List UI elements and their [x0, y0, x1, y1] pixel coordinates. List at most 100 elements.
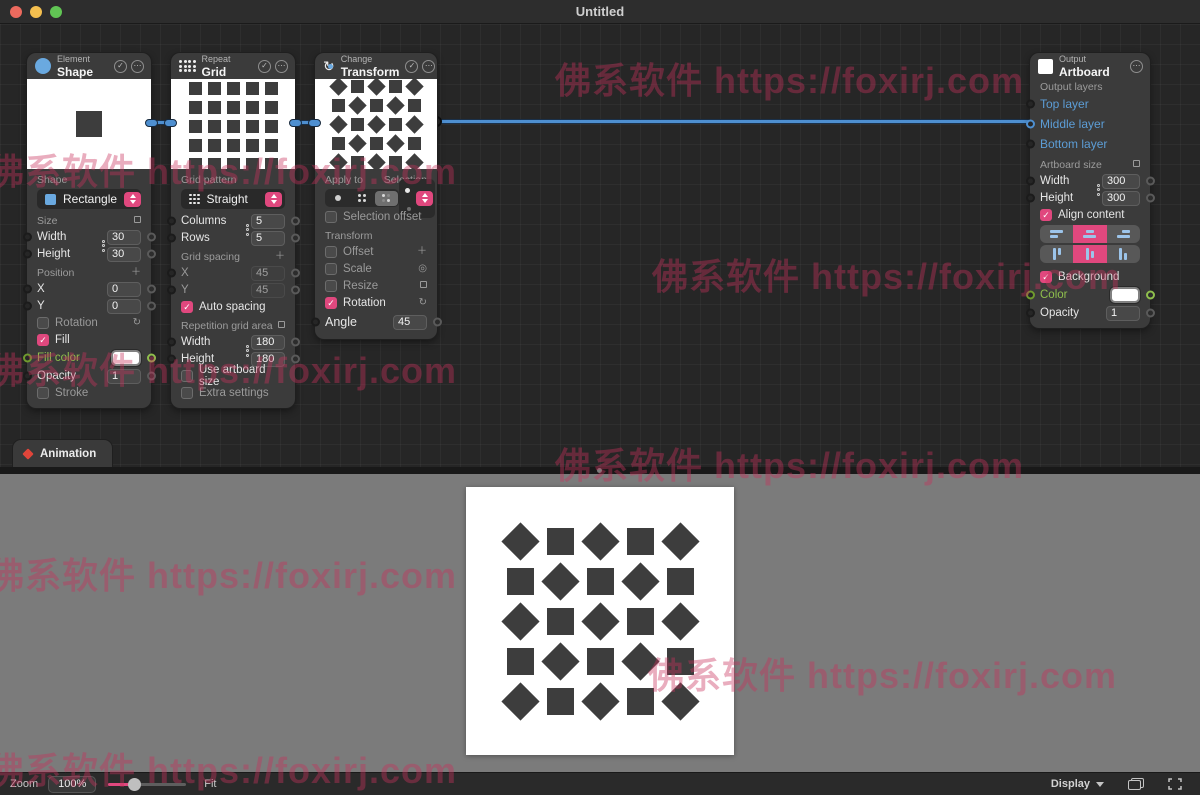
- width-input[interactable]: 30: [107, 230, 141, 245]
- artboard-canvas[interactable]: [466, 487, 734, 755]
- opacity-input-port[interactable]: [23, 372, 32, 381]
- horizontal-align-control[interactable]: [1040, 225, 1140, 243]
- columns-input-port[interactable]: [167, 217, 176, 226]
- vertical-align-control[interactable]: [1040, 245, 1140, 263]
- fill-color-output-port[interactable]: [147, 354, 156, 363]
- fill-color-input-port[interactable]: [23, 354, 32, 363]
- width-input-port[interactable]: [23, 233, 32, 242]
- grid-main-input-port[interactable]: [164, 119, 177, 127]
- rotation-checkbox[interactable]: [325, 297, 337, 309]
- node-transform[interactable]: ↻ Change Transform ✓ ⋯ Apply to Selectio…: [315, 53, 437, 339]
- node-shape-header[interactable]: Element Shape ✓ ⋯: [27, 53, 151, 79]
- node-artboard[interactable]: Output Artboard ⋯ Output layers Top laye…: [1030, 53, 1150, 328]
- y-output-port[interactable]: [147, 302, 156, 311]
- artboard-opacity-output-port[interactable]: [1146, 309, 1155, 318]
- node-options-ellipsis-button[interactable]: ⋯: [131, 60, 144, 73]
- node-grid-header[interactable]: Repeat Grid ✓ ⋯: [171, 53, 295, 79]
- color-output-port[interactable]: [1146, 291, 1155, 300]
- middle-layer-input-port[interactable]: [1026, 120, 1035, 129]
- area-height-input-port[interactable]: [167, 355, 176, 364]
- artboard-opacity-input[interactable]: 1: [1106, 306, 1140, 321]
- columns-output-port[interactable]: [291, 217, 300, 226]
- artboard-height-input[interactable]: 300: [1102, 191, 1140, 206]
- apply-all-segment[interactable]: [327, 191, 350, 206]
- x-input-port[interactable]: [23, 285, 32, 294]
- artboard-size-options-icon[interactable]: [1133, 160, 1140, 170]
- node-options-ellipsis-button[interactable]: ⋯: [422, 60, 435, 73]
- apply-to-segmented-control[interactable]: [325, 189, 399, 207]
- wire-transform-to-artboard[interactable]: [436, 119, 1034, 124]
- dropdown-chevron-icon[interactable]: [124, 192, 141, 207]
- link-width-height-icon[interactable]: [102, 240, 105, 252]
- area-options-icon[interactable]: [278, 321, 285, 331]
- rows-input[interactable]: 5: [251, 231, 285, 246]
- align-content-checkbox[interactable]: [1040, 209, 1052, 221]
- background-color-well[interactable]: [1110, 287, 1140, 303]
- rows-output-port[interactable]: [291, 234, 300, 243]
- selection-offset-checkbox[interactable]: [325, 211, 337, 223]
- zoom-value-field[interactable]: 100%: [48, 776, 96, 793]
- align-middle-button[interactable]: [1073, 245, 1106, 263]
- node-shape[interactable]: Element Shape ✓ ⋯ Shape Rectangle Size: [27, 53, 151, 408]
- apply-selection-segment[interactable]: [375, 191, 398, 206]
- x-output-port[interactable]: [147, 285, 156, 294]
- shape-main-output-port[interactable]: [145, 119, 158, 127]
- artboard-opacity-input-port[interactable]: [1026, 309, 1035, 318]
- shape-type-dropdown[interactable]: Rectangle: [37, 189, 141, 209]
- rotation-checkbox[interactable]: [37, 317, 49, 329]
- bottom-layer-input-port[interactable]: [1026, 140, 1035, 149]
- spacing-y-input[interactable]: 45: [251, 283, 285, 298]
- display-dropdown[interactable]: Display: [1051, 778, 1104, 790]
- link-area-width-height-icon[interactable]: [246, 345, 249, 357]
- height-input-port[interactable]: [23, 250, 32, 259]
- scale-checkbox[interactable]: [325, 263, 337, 275]
- enable-node-checkmark-button[interactable]: ✓: [405, 60, 418, 73]
- tab-animation[interactable]: Animation: [13, 440, 112, 467]
- spacing-y-input-port[interactable]: [167, 286, 176, 295]
- spacing-add-icon[interactable]: ＋: [275, 252, 285, 262]
- color-input-port[interactable]: [1026, 291, 1035, 300]
- fill-color-well[interactable]: [111, 350, 141, 366]
- spacing-x-input[interactable]: 45: [251, 266, 285, 281]
- artboard-width-input-port[interactable]: [1026, 177, 1035, 186]
- artboard-width-input[interactable]: 300: [1102, 174, 1140, 189]
- background-checkbox[interactable]: [1040, 271, 1052, 283]
- position-add-icon[interactable]: ＋: [131, 268, 141, 278]
- zoom-slider-knob[interactable]: [128, 778, 141, 791]
- link-columns-rows-icon[interactable]: [246, 224, 249, 236]
- opacity-output-port[interactable]: [147, 372, 156, 381]
- spacing-x-input-port[interactable]: [167, 269, 176, 278]
- spacing-x-output-port[interactable]: [291, 269, 300, 278]
- resize-checkbox[interactable]: [325, 280, 337, 292]
- opacity-input[interactable]: 1: [107, 369, 141, 384]
- use-artboard-size-checkbox[interactable]: [181, 370, 193, 382]
- enable-node-checkmark-button[interactable]: ✓: [114, 60, 127, 73]
- height-output-port[interactable]: [147, 250, 156, 259]
- size-options-icon[interactable]: [134, 216, 141, 226]
- area-height-output-port[interactable]: [291, 355, 300, 364]
- auto-spacing-checkbox[interactable]: [181, 301, 193, 313]
- artboard-height-input-port[interactable]: [1026, 194, 1035, 203]
- dropdown-chevron-icon[interactable]: [416, 191, 433, 206]
- top-layer-input-port[interactable]: [1026, 100, 1035, 109]
- fullscreen-icon[interactable]: [1168, 778, 1182, 790]
- y-input[interactable]: 0: [107, 299, 141, 314]
- align-right-button[interactable]: [1107, 225, 1140, 243]
- node-options-ellipsis-button[interactable]: ⋯: [275, 60, 288, 73]
- align-top-button[interactable]: [1040, 245, 1073, 263]
- area-width-input-port[interactable]: [167, 338, 176, 347]
- splitter-grip-handle[interactable]: [597, 468, 602, 473]
- height-input[interactable]: 30: [107, 247, 141, 262]
- align-bottom-button[interactable]: [1107, 245, 1140, 263]
- x-input[interactable]: 0: [107, 282, 141, 297]
- canvas-viewport[interactable]: [0, 474, 1200, 772]
- artboard-height-output-port[interactable]: [1146, 194, 1155, 203]
- align-left-button[interactable]: [1040, 225, 1073, 243]
- transform-main-input-port[interactable]: [308, 119, 321, 127]
- area-width-output-port[interactable]: [291, 338, 300, 347]
- y-input-port[interactable]: [23, 302, 32, 311]
- fit-button[interactable]: Fit: [204, 778, 216, 790]
- node-options-ellipsis-button[interactable]: ⋯: [1130, 60, 1143, 73]
- apply-grid-segment[interactable]: [351, 191, 374, 206]
- grid-pattern-dropdown[interactable]: Straight: [181, 189, 285, 209]
